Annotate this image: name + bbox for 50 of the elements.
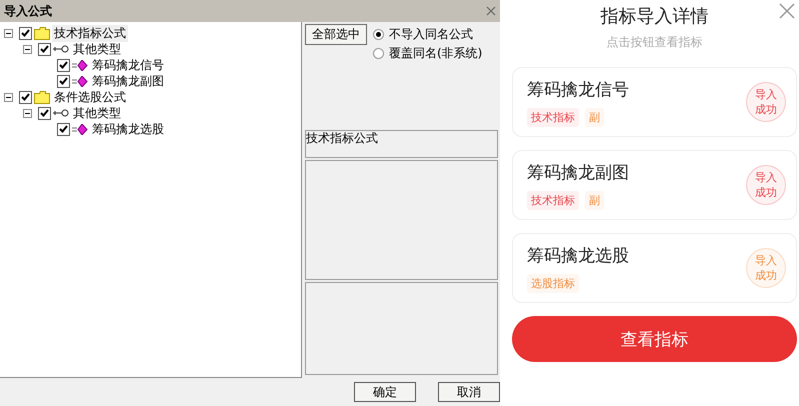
- formula-name: 筹码擒龙信号: [527, 78, 629, 100]
- tag: 技术指标: [527, 190, 579, 210]
- checkbox[interactable]: [38, 42, 51, 56]
- key-icon: [53, 45, 69, 53]
- diamond-icon: [72, 124, 88, 134]
- tag: 副: [585, 108, 604, 126]
- tree-item[interactable]: 筹码擒龙信号: [90, 56, 166, 74]
- tree-item[interactable]: 技术指标公式: [52, 24, 128, 42]
- checkbox[interactable]: [57, 74, 70, 88]
- window-title: 导入公式: [4, 2, 52, 20]
- select-all-button[interactable]: 全部选中: [305, 24, 367, 45]
- radio-label[interactable]: 不导入同名公式: [389, 26, 473, 43]
- checkbox[interactable]: [19, 26, 32, 40]
- tree-item[interactable]: 其他类型: [71, 104, 123, 122]
- tag: 选股指标: [527, 274, 579, 292]
- checkbox[interactable]: [38, 106, 51, 120]
- formula-name: 筹码擒龙选股: [527, 244, 629, 266]
- collapse-icon[interactable]: [4, 28, 13, 38]
- collapse-icon[interactable]: [23, 108, 32, 118]
- collapse-icon[interactable]: [23, 44, 32, 54]
- status-badge: 导入成功: [746, 248, 786, 288]
- radio-label[interactable]: 覆盖同名(非系统): [389, 45, 482, 62]
- view-button[interactable]: 查看指标: [512, 316, 797, 362]
- dialog-button[interactable]: 取消: [438, 382, 500, 402]
- close-icon[interactable]: [486, 6, 496, 16]
- panel-subtitle: 点击按钮查看指标: [606, 34, 704, 51]
- close-icon[interactable]: [779, 3, 795, 19]
- panel-title: 指标导入详情: [600, 5, 708, 28]
- tag: 副: [585, 190, 604, 210]
- tree-item[interactable]: 筹码擒龙选股: [90, 120, 166, 138]
- status-badge: 导入成功: [746, 82, 786, 122]
- folder-icon: [34, 90, 50, 104]
- diamond-icon: [72, 60, 88, 70]
- radio-button[interactable]: [373, 29, 384, 40]
- dialog-button[interactable]: 确定: [354, 382, 416, 402]
- checkbox[interactable]: [57, 122, 70, 136]
- collapse-icon[interactable]: [4, 92, 13, 102]
- status-badge: 导入成功: [746, 165, 786, 205]
- checkbox[interactable]: [19, 90, 32, 104]
- tree-item[interactable]: 筹码擒龙副图: [90, 72, 166, 90]
- folder-icon: [34, 26, 50, 40]
- tree-item[interactable]: 条件选股公式: [52, 88, 128, 106]
- tree-item[interactable]: 其他类型: [71, 40, 123, 58]
- key-icon: [53, 109, 69, 117]
- category-label: 技术指标公式: [305, 130, 498, 158]
- radio-button[interactable]: [373, 48, 384, 59]
- checkbox[interactable]: [57, 58, 70, 72]
- diamond-icon: [72, 76, 88, 86]
- formula-name: 筹码擒龙副图: [527, 162, 629, 184]
- tag: 技术指标: [527, 108, 579, 126]
